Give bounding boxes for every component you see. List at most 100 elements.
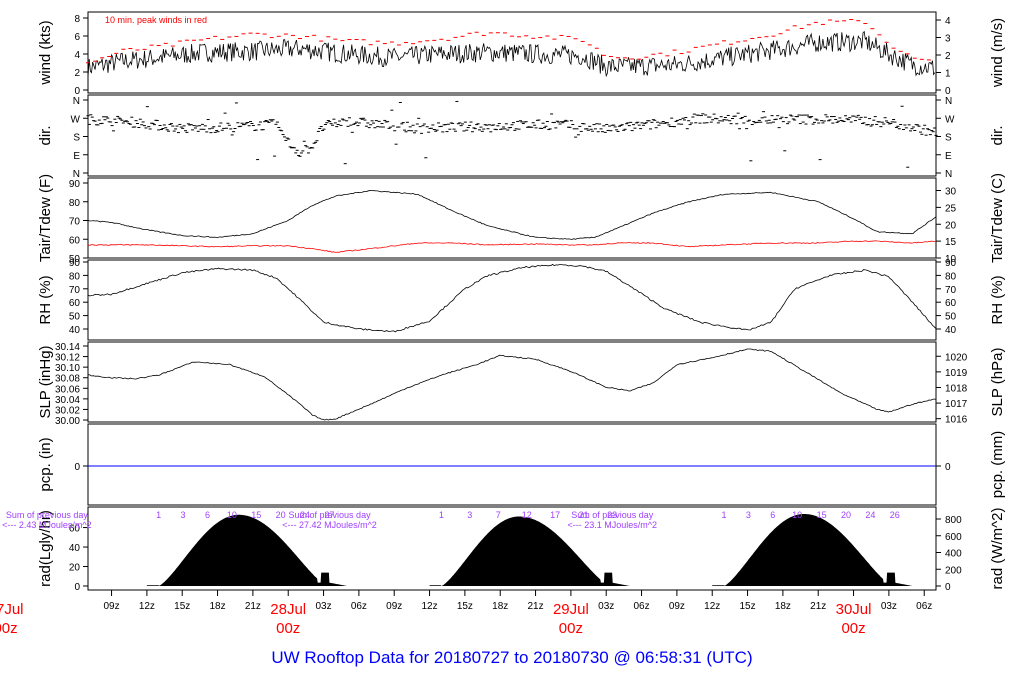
slp-ytick-label: 30.06 — [55, 384, 80, 395]
rad-hour-label: 1 — [156, 510, 161, 520]
slp-frame — [87, 341, 937, 423]
date-label: 28Jul — [270, 601, 306, 618]
rh-ytick-label: 60 — [69, 298, 81, 309]
time-tick-label: 21z — [245, 601, 261, 612]
pcp-ylabel-right: pcp. (mm) — [989, 431, 1006, 499]
rad-sum-label: Sum of previous day — [289, 510, 372, 520]
temp-ytick-label: 90 — [69, 179, 81, 190]
rad-sum-value: <--- 2.43 MJoules/m^2 — [2, 520, 92, 530]
date-sub-label: 00z — [559, 620, 583, 637]
pcp-ytick-label-right: 0 — [945, 462, 951, 473]
temp-ytick-label: 80 — [69, 198, 81, 209]
wind-ytick-label-right: 1 — [945, 69, 951, 80]
rad-hour-label: 15 — [817, 510, 827, 520]
slp-ytick-label: 30.04 — [55, 395, 80, 406]
slp-ytick-label-right: 1019 — [945, 368, 968, 379]
time-tick-label: 12z — [421, 601, 437, 612]
rad-hour-label: 20 — [841, 510, 851, 520]
temp-ytick-label: 60 — [69, 235, 81, 246]
rad-hour-label: 10 — [227, 510, 237, 520]
rad-ytick-label: 40 — [69, 543, 81, 554]
slp-ytick-label: 30.10 — [55, 363, 80, 374]
temp-frame — [87, 177, 937, 259]
slp-ytick-label-right: 1018 — [945, 383, 968, 394]
weather-plot: wind (kts) wind (m/s) dir. dir. Tair/Tdew (F… — [0, 11, 1006, 637]
time-tick-label: 03z — [315, 601, 331, 612]
temp-ytick-label-right: 20 — [945, 220, 957, 231]
time-tick-label: 09z — [103, 601, 119, 612]
rad-hour-label: 20 — [276, 510, 286, 520]
date-sub-label: 00z — [276, 620, 300, 637]
rh-ytick-label-right: 40 — [945, 325, 957, 336]
slp-ytick-label: 30.00 — [55, 416, 80, 427]
dir-ylabel: dir. — [37, 125, 54, 145]
rad-sum-label: Sum of previous day — [571, 510, 654, 520]
temp-ytick-label-right: 25 — [945, 203, 957, 214]
rh-ytick-label-right: 50 — [945, 312, 957, 323]
rh-ytick-label: 80 — [69, 271, 81, 282]
temp-ytick-label-right: 30 — [945, 187, 957, 198]
rad-hour-label: 6 — [770, 510, 775, 520]
time-tick-label: 21z — [810, 601, 826, 612]
time-tick-label: 03z — [881, 601, 897, 612]
rad-ytick-label-right: 600 — [945, 532, 962, 543]
time-tick-label: 06z — [633, 601, 649, 612]
temp-ylabel: Tair/Tdew (F) — [37, 174, 54, 262]
wind-ytick-label: 2 — [74, 68, 80, 79]
temp-ytick-label: 70 — [69, 217, 81, 228]
rh-ytick-label: 50 — [69, 312, 81, 323]
rad-hour-label: 7 — [496, 510, 501, 520]
temp-ylabel-right: Tair/Tdew (C) — [989, 173, 1006, 263]
wind-annotation: 10 min. peak winds in red — [105, 15, 207, 25]
date-label: 27Jul — [0, 601, 23, 618]
dir-ytick-label: S — [73, 133, 80, 144]
rh-ytick-label-right: 70 — [945, 285, 957, 296]
rh-ylabel: RH (%) — [37, 275, 54, 324]
dir-frame — [87, 94, 937, 177]
dir-ytick-label: W — [71, 114, 81, 125]
time-tick-label: 18z — [209, 601, 225, 612]
time-tick-label: 18z — [492, 601, 508, 612]
rad-hour-label: 10 — [792, 510, 802, 520]
wind-ytick-label: 8 — [74, 14, 80, 25]
rad-ytick-label-right: 0 — [945, 582, 951, 593]
rh-ytick-label: 90 — [69, 258, 81, 269]
dir-ytick-label-right: S — [945, 133, 952, 144]
rh-series-line — [87, 263, 937, 333]
rad-hour-label: 12 — [522, 510, 532, 520]
slp-ytick-label: 30.08 — [55, 374, 80, 385]
time-tick-label: 03z — [598, 601, 614, 612]
slp-ytick-label-right: 1017 — [945, 399, 968, 410]
slp-ytick-label-right: 1016 — [945, 415, 968, 426]
dir-ytick-label-right: N — [945, 96, 952, 107]
rh-ylabel-right: RH (%) — [989, 275, 1006, 324]
dir-ytick-label-right: N — [945, 169, 952, 180]
rad-sum-value: <--- 27.42 MJoules/m^2 — [282, 520, 377, 530]
rad-hour-label: 3 — [467, 510, 472, 520]
rad-ytick-label-right: 200 — [945, 565, 962, 576]
temp-series-line — [87, 189, 937, 240]
date-sub-label: 00z — [841, 620, 865, 637]
rh-ytick-label: 40 — [69, 325, 81, 336]
wind-ylabel-right: wind (m/s) — [989, 18, 1006, 88]
time-tick-label: 12z — [704, 601, 720, 612]
dir-ytick-label-right: W — [945, 114, 955, 125]
rad-sum-value: <--- 23.1 MJoules/m^2 — [567, 520, 657, 530]
rad-hour-label: 26 — [890, 510, 900, 520]
rad-hour-label: 1 — [439, 510, 444, 520]
dir-ytick-label: N — [73, 96, 80, 107]
wind-ytick-label-right: 4 — [945, 16, 951, 27]
rad-hour-label: 3 — [181, 510, 186, 520]
time-tick-label: 09z — [669, 601, 685, 612]
rad-ytick-label-right: 800 — [945, 515, 962, 526]
temp-series-line — [87, 240, 937, 253]
slp-ytick-label-right: 1020 — [945, 352, 968, 363]
rh-ytick-label-right: 80 — [945, 271, 957, 282]
slp-ylabel-right: SLP (hPa) — [989, 348, 1006, 417]
rad-hour-label: 3 — [746, 510, 751, 520]
rad-ylabel-right: rad (W/m^2) — [989, 507, 1006, 589]
slp-series-line — [87, 348, 937, 421]
time-tick-label: 21z — [527, 601, 543, 612]
rad-ytick-label: 20 — [69, 563, 81, 574]
rad-hour-label: 17 — [550, 510, 560, 520]
